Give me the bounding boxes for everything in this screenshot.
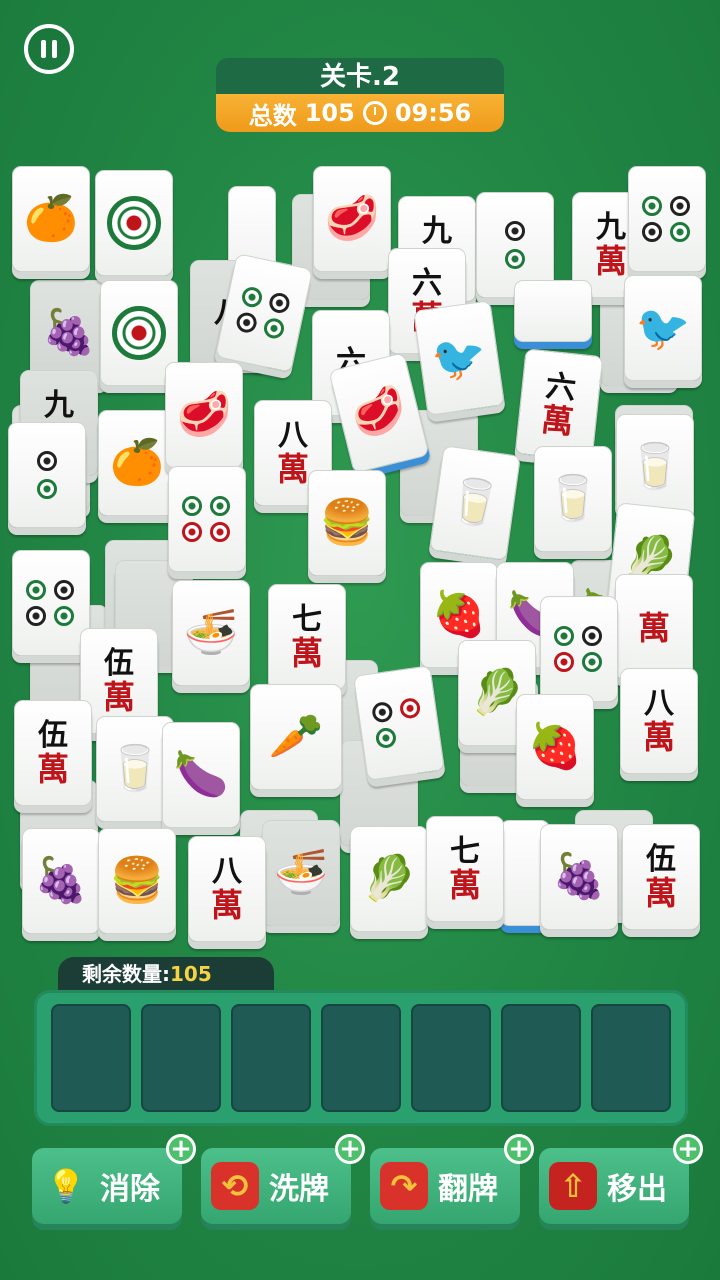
- lightbulb-icon: 💡: [46, 1167, 86, 1205]
- total-value: 105: [304, 99, 355, 127]
- tile-wheel[interactable]: [95, 170, 173, 276]
- orange-icon: 🍊: [23, 193, 79, 244]
- tray-slot: [231, 1004, 311, 1112]
- tray-slot: [141, 1004, 221, 1112]
- milk-icon: 🥛: [444, 473, 506, 532]
- move-out-icon: ⇧: [549, 1162, 597, 1210]
- burger-icon: 🍔: [109, 855, 165, 906]
- grapes-icon: 🍇: [551, 851, 607, 902]
- stats-bar: 总数 105 09:56: [216, 94, 504, 132]
- tile-milk[interactable]: 🥛: [429, 445, 521, 561]
- eliminate-label: 消除: [100, 1172, 160, 1207]
- tile-grapes[interactable]: 🍇: [22, 828, 100, 934]
- add-flip-icon[interactable]: +: [504, 1134, 534, 1164]
- tile-meat[interactable]: 🥩: [165, 362, 243, 468]
- pause-icon: [41, 40, 46, 58]
- tile-meat[interactable]: 🥩: [313, 166, 391, 272]
- remaining-count: 剩余数量:105: [58, 957, 274, 991]
- grapes-icon: 🍇: [33, 855, 89, 906]
- tile-milk[interactable]: 🥛: [534, 446, 612, 552]
- tray-slot: [591, 1004, 671, 1112]
- tray-slot: [501, 1004, 581, 1112]
- tile-two-dots[interactable]: [8, 422, 86, 528]
- leek-icon: 🥬: [361, 853, 417, 904]
- tile-blank[interactable]: [514, 280, 592, 342]
- shuffle-label: 洗牌: [269, 1172, 329, 1207]
- flip-button[interactable]: ↷ 翻牌 +: [370, 1134, 534, 1224]
- tile-three-dots[interactable]: [353, 665, 445, 781]
- remaining-label: 剩余数量:: [82, 962, 170, 986]
- burger-icon: 🍔: [319, 497, 375, 548]
- pause-button[interactable]: [24, 24, 74, 74]
- tile-five-wan[interactable]: 伍萬: [622, 824, 700, 930]
- tile-bird[interactable]: 🐦: [624, 275, 702, 381]
- add-shuffle-icon[interactable]: +: [335, 1134, 365, 1164]
- tile-seven-wan[interactable]: 七萬: [426, 816, 504, 922]
- flip-label: 翻牌: [438, 1172, 498, 1207]
- tile-bird[interactable]: 🐦: [413, 300, 505, 416]
- milk-icon: 🥛: [627, 441, 683, 492]
- add-move-out-icon[interactable]: +: [673, 1134, 703, 1164]
- timer-value: 09:56: [394, 99, 472, 127]
- shuffle-cards-icon: ⟲: [211, 1162, 259, 1210]
- strawberry-icon: 🍓: [431, 589, 487, 640]
- flip-card-icon: ↷: [380, 1162, 428, 1210]
- tile-orange[interactable]: 🍊: [12, 166, 90, 272]
- tile-leek[interactable]: 🥬: [350, 826, 428, 932]
- strawberry-icon: 🍓: [527, 721, 583, 772]
- meat-icon: 🥩: [324, 193, 380, 244]
- tile-tray: [34, 990, 688, 1126]
- wheel-icon: [112, 306, 166, 360]
- add-eliminate-icon[interactable]: +: [166, 1134, 196, 1164]
- move-out-label: 移出: [607, 1172, 667, 1207]
- tile-grapes[interactable]: 🍇: [540, 824, 618, 930]
- tray-slot: [411, 1004, 491, 1112]
- grapes-icon: 🍇: [41, 307, 97, 358]
- tool-bar: 💡 消除 + ⟲ 洗牌 + ↷ 翻牌 + ⇧ 移出 +: [0, 1134, 720, 1228]
- tile-burger[interactable]: 🍔: [308, 470, 386, 576]
- tile-meat[interactable]: 🥩: [328, 352, 430, 474]
- tile-eight-wan[interactable]: 八萬: [188, 836, 266, 942]
- level-title: 关卡.2: [216, 58, 504, 94]
- tile-board: 🍇 🍆 🍜 八 九萬 🍊 🥩 九萬 九萬 六萬 🐦 六 🐦 🍊 🥩 八萬 🥩 六…: [0, 160, 720, 950]
- tile-eight-wan[interactable]: 萬: [615, 574, 693, 680]
- tray-slot: [51, 1004, 131, 1112]
- tile-noodles[interactable]: 🍜: [172, 580, 250, 686]
- stopwatch-icon: [362, 101, 387, 125]
- shuffle-button[interactable]: ⟲ 洗牌 +: [201, 1134, 365, 1224]
- remaining-value: 105: [170, 962, 212, 986]
- tile-strawberry[interactable]: 🍓: [516, 694, 594, 800]
- tile-four-dots[interactable]: [628, 166, 706, 272]
- tile-eggplant[interactable]: 🍆: [162, 722, 240, 828]
- tile: 🍜: [262, 820, 340, 926]
- milk-icon: 🥛: [545, 473, 601, 524]
- wheel-icon: [107, 196, 161, 250]
- tray-slot: [321, 1004, 401, 1112]
- level-hud: 关卡.2 总数 105 09:56: [216, 58, 504, 132]
- carrot-icon: 🥕: [268, 711, 324, 762]
- tile-six-wan[interactable]: 六萬: [514, 348, 604, 462]
- tile-burger[interactable]: 🍔: [98, 828, 176, 934]
- meat-icon: 🥩: [346, 381, 412, 444]
- eliminate-button[interactable]: 💡 消除 +: [32, 1134, 196, 1224]
- orange-icon: 🍊: [109, 437, 165, 488]
- noodles-icon: 🍜: [183, 607, 239, 658]
- move-out-button[interactable]: ⇧ 移出 +: [539, 1134, 703, 1224]
- total-label: 总数: [248, 101, 297, 130]
- tile-five-wan[interactable]: 伍萬: [14, 700, 92, 806]
- meat-icon: 🥩: [176, 389, 232, 440]
- tile-carrot[interactable]: 🥕: [250, 684, 342, 790]
- tile-five-dots[interactable]: [540, 596, 618, 702]
- eggplant-icon: 🍆: [173, 749, 229, 800]
- milk-icon: 🥛: [107, 743, 163, 794]
- bird-icon: 🐦: [635, 303, 691, 354]
- bird-icon: 🐦: [428, 329, 490, 388]
- tile-five-dots[interactable]: [168, 466, 246, 572]
- tile-seven-wan[interactable]: 七萬: [268, 584, 346, 690]
- tile-eight-wan[interactable]: 八萬: [620, 668, 698, 774]
- tile-four-dots[interactable]: [12, 550, 90, 656]
- noodles-icon: 🍜: [273, 847, 329, 898]
